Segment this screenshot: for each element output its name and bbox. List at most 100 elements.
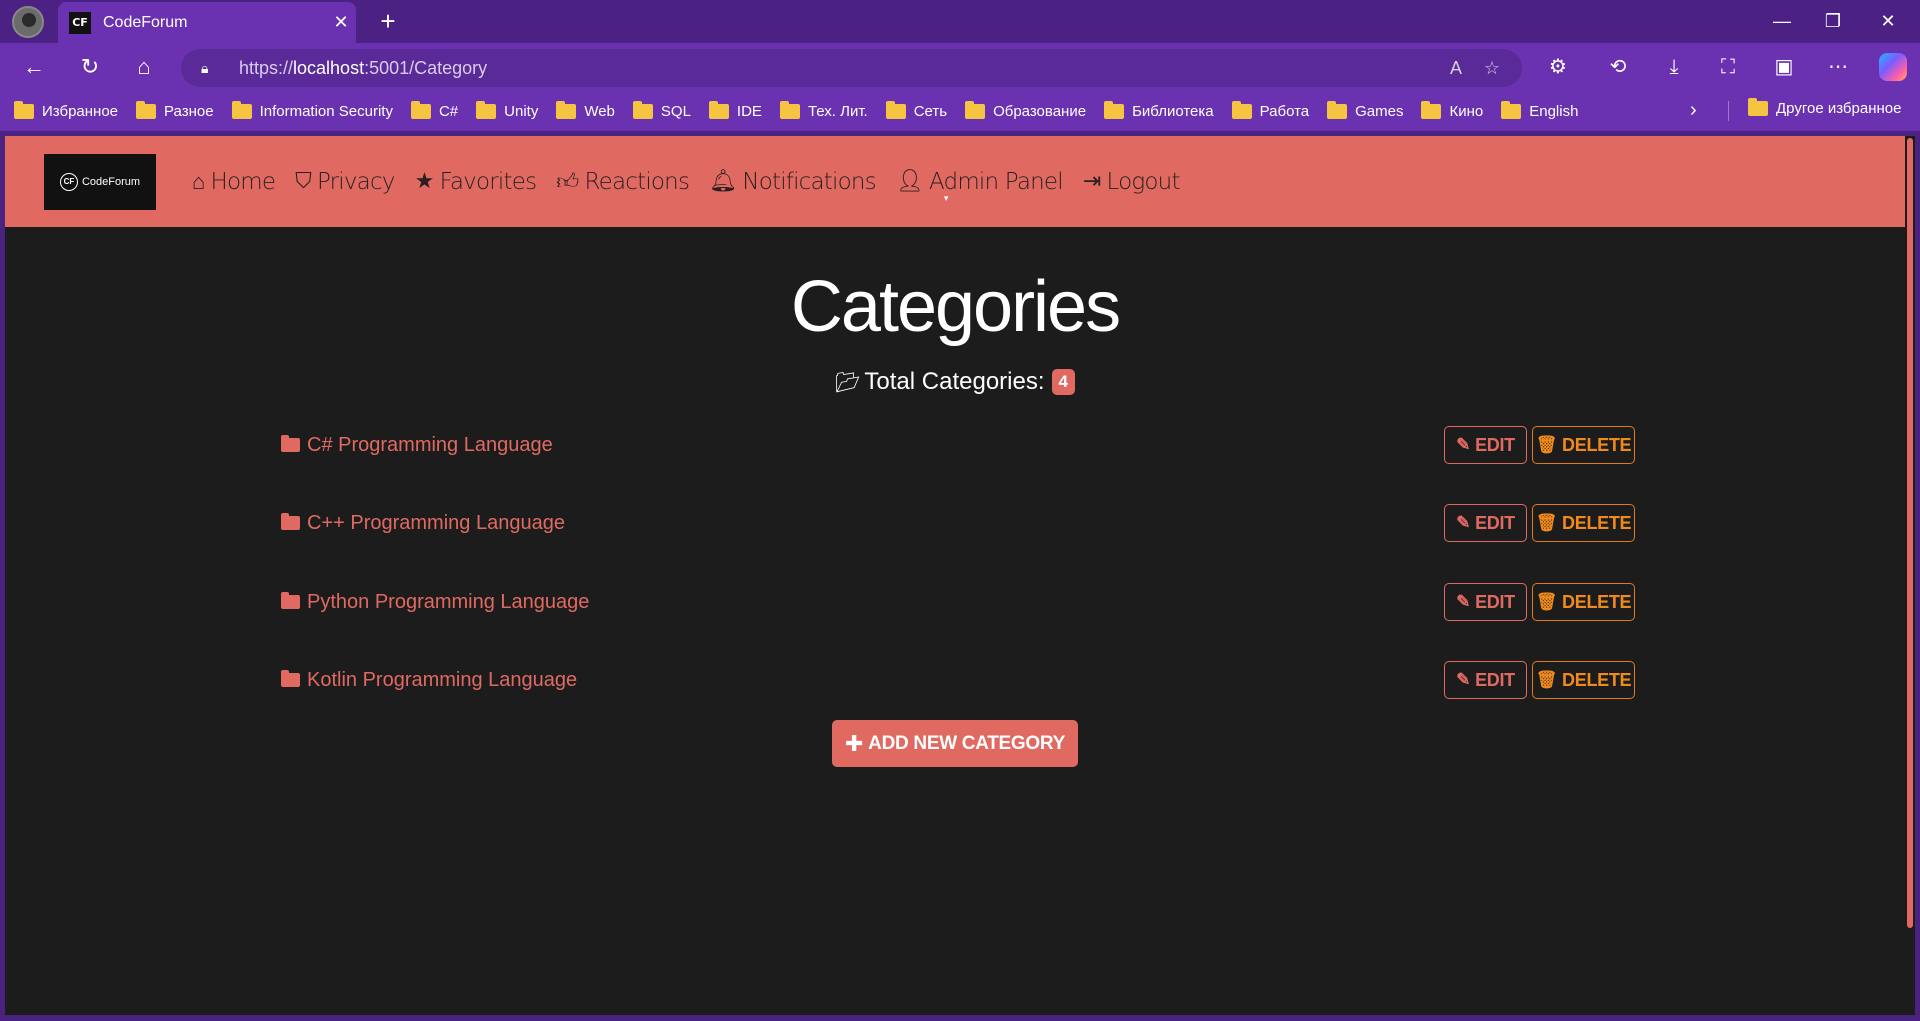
folder-icon	[281, 435, 300, 452]
scroll-thumb[interactable]	[1907, 138, 1913, 928]
site-nav-links: ⌂ Home ⛉ Privacy ★ Favorites 👍︎ Reactions 🔔︎…	[192, 168, 1181, 205]
address-row: ← ↻ ⌂ 🔒︎ https://localhost:5001/Category…	[0, 43, 1920, 91]
downloads-icon[interactable]: ⤓	[1658, 53, 1690, 81]
delete-button[interactable]: 🗑︎ DELETE	[1532, 583, 1635, 621]
back-icon[interactable]: ←	[16, 51, 52, 83]
bookmark-folder[interactable]: English	[1501, 100, 1578, 120]
chevron-right-icon[interactable]: ›	[1690, 99, 1697, 122]
bell-icon: 🔔︎	[709, 169, 737, 194]
bookmarks-bar: Избранное Разное Information Security C#…	[0, 91, 1920, 131]
nav-admin-panel[interactable]: 👤︎ Admin Panel ▾	[895, 168, 1064, 205]
home-browser-icon[interactable]: ⌂	[126, 51, 162, 83]
folder-icon	[281, 592, 300, 609]
page-viewport: CF CodeForum ⌂ Home ⛉ Privacy ★ Favorites 👍…	[5, 136, 1905, 1015]
restore-icon[interactable]: ❐	[1805, 0, 1861, 43]
url-text[interactable]: https://localhost:5001/Category	[239, 58, 1438, 79]
lock-icon[interactable]: 🔒︎	[201, 60, 217, 76]
bookmark-folder[interactable]: Работа	[1231, 100, 1309, 120]
bookmark-folder[interactable]: Web	[556, 100, 615, 120]
nav-reactions[interactable]: 👍︎ Reactions	[556, 168, 690, 196]
edit-button[interactable]: ✎ EDIT	[1444, 504, 1527, 542]
category-row: Python Programming Language ✎ EDIT 🗑︎ DELE…	[281, 582, 1635, 622]
category-row: Kotlin Programming Language ✎ EDIT 🗑︎ DELE…	[281, 660, 1635, 700]
trash-icon: 🗑︎	[1535, 670, 1558, 689]
page-scrollbar[interactable]	[1905, 136, 1915, 1015]
folder-icon	[1231, 100, 1252, 119]
folder-icon	[1501, 100, 1522, 119]
folder-icon	[1421, 100, 1442, 119]
site-logo[interactable]: CF CodeForum	[44, 153, 156, 210]
user-gear-icon: 👤︎	[895, 169, 924, 194]
nav-favorites[interactable]: ★ Favorites	[415, 168, 537, 195]
bookmark-folder[interactable]: Information Security	[231, 100, 393, 120]
extensions-icon[interactable]: ⚙	[1542, 53, 1574, 81]
favorite-star-icon[interactable]: ☆	[1474, 58, 1510, 79]
bookmark-folder[interactable]: Разное	[136, 100, 214, 120]
bookmark-folder[interactable]: C#	[410, 100, 458, 120]
window-close-icon[interactable]: ✕	[1860, 0, 1916, 43]
edit-icon: ✎	[1456, 435, 1471, 454]
folder-icon	[556, 100, 577, 119]
bookmarks-divider	[1728, 101, 1729, 121]
category-row: C# Programming Language ✎ EDIT 🗑︎ DELETE	[281, 425, 1635, 465]
bookmark-folder[interactable]: SQL	[632, 100, 691, 120]
refresh-icon[interactable]: ↻	[72, 51, 108, 83]
trash-icon: 🗑︎	[1535, 435, 1558, 454]
tab-title: CodeForum	[103, 13, 188, 31]
site-navbar: CF CodeForum ⌂ Home ⛉ Privacy ★ Favorites 👍…	[5, 136, 1905, 227]
tab-close-icon[interactable]: ✕	[326, 12, 356, 33]
delete-button[interactable]: 🗑︎ DELETE	[1532, 504, 1635, 542]
thumbs-up-icon: 👍︎	[556, 170, 579, 195]
bookmark-folder[interactable]: Кино	[1421, 100, 1483, 120]
category-link[interactable]: C# Programming Language	[281, 434, 1439, 457]
bookmark-other-favorites[interactable]: Другое избранное	[1748, 98, 1901, 117]
collections-icon[interactable]: ▣	[1768, 53, 1800, 81]
bookmark-folder[interactable]: Games	[1327, 100, 1403, 120]
folder-icon	[708, 100, 729, 119]
browser-titlebar: CF CodeForum ✕ + — ❐ ✕	[0, 0, 1920, 43]
logo-text: CodeForum	[81, 175, 141, 188]
nav-logout[interactable]: ⇥ Logout	[1083, 168, 1181, 195]
bookmark-folder[interactable]: Избранное	[14, 100, 118, 120]
category-link[interactable]: Python Programming Language	[281, 591, 1439, 614]
folder-icon	[779, 100, 800, 119]
delete-button[interactable]: 🗑︎ DELETE	[1532, 426, 1635, 464]
folder-icon	[1104, 100, 1125, 119]
category-link[interactable]: C++ Programming Language	[281, 512, 1439, 535]
read-aloud-icon[interactable]: A	[1438, 58, 1474, 79]
bookmark-folder[interactable]: Тех. Лит.	[779, 100, 868, 120]
edit-icon: ✎	[1456, 513, 1471, 532]
more-menu-icon[interactable]: ⋯	[1822, 53, 1854, 81]
edit-button[interactable]: ✎ EDIT	[1444, 426, 1527, 464]
logo-badge: CF	[59, 172, 78, 191]
new-tab-icon[interactable]: +	[372, 6, 404, 38]
edit-button[interactable]: ✎ EDIT	[1444, 661, 1527, 699]
browser-tab[interactable]: CF CodeForum ✕	[58, 2, 356, 43]
screenshot-icon[interactable]: ⛶	[1712, 53, 1744, 81]
add-category-button[interactable]: ✚ ADD NEW CATEGORY	[832, 720, 1078, 767]
history-icon[interactable]: ⟲	[1602, 53, 1634, 81]
delete-button[interactable]: 🗑︎ DELETE	[1532, 661, 1635, 699]
page-title: Categories	[790, 267, 1121, 347]
bookmark-folder[interactable]: Библиотека	[1104, 100, 1214, 120]
bookmark-folder[interactable]: Unity	[476, 100, 538, 120]
copilot-icon[interactable]	[1879, 53, 1907, 81]
folder-icon	[1327, 100, 1348, 119]
nav-privacy[interactable]: ⛉ Privacy	[295, 168, 395, 195]
total-label: Total Categories:	[864, 368, 1045, 395]
folder-icon	[965, 100, 986, 119]
plus-icon: ✚	[845, 730, 864, 756]
edit-button[interactable]: ✎ EDIT	[1444, 583, 1527, 621]
nav-notifications[interactable]: 🔔︎ Notifications	[709, 168, 877, 195]
nav-home[interactable]: ⌂ Home	[192, 168, 276, 195]
caret-down-icon[interactable]: ▾	[944, 194, 948, 204]
category-link[interactable]: Kotlin Programming Language	[281, 669, 1439, 692]
bookmark-folder[interactable]: IDE	[708, 100, 762, 120]
profile-avatar[interactable]	[12, 6, 44, 38]
minimize-icon[interactable]: —	[1754, 0, 1810, 43]
star-icon: ★	[414, 169, 435, 194]
shield-icon: ⛉	[295, 169, 311, 194]
bookmark-folder[interactable]: Сеть	[885, 100, 947, 120]
address-bar[interactable]: 🔒︎ https://localhost:5001/Category A ☆	[181, 49, 1522, 87]
bookmark-folder[interactable]: Образование	[965, 100, 1086, 120]
